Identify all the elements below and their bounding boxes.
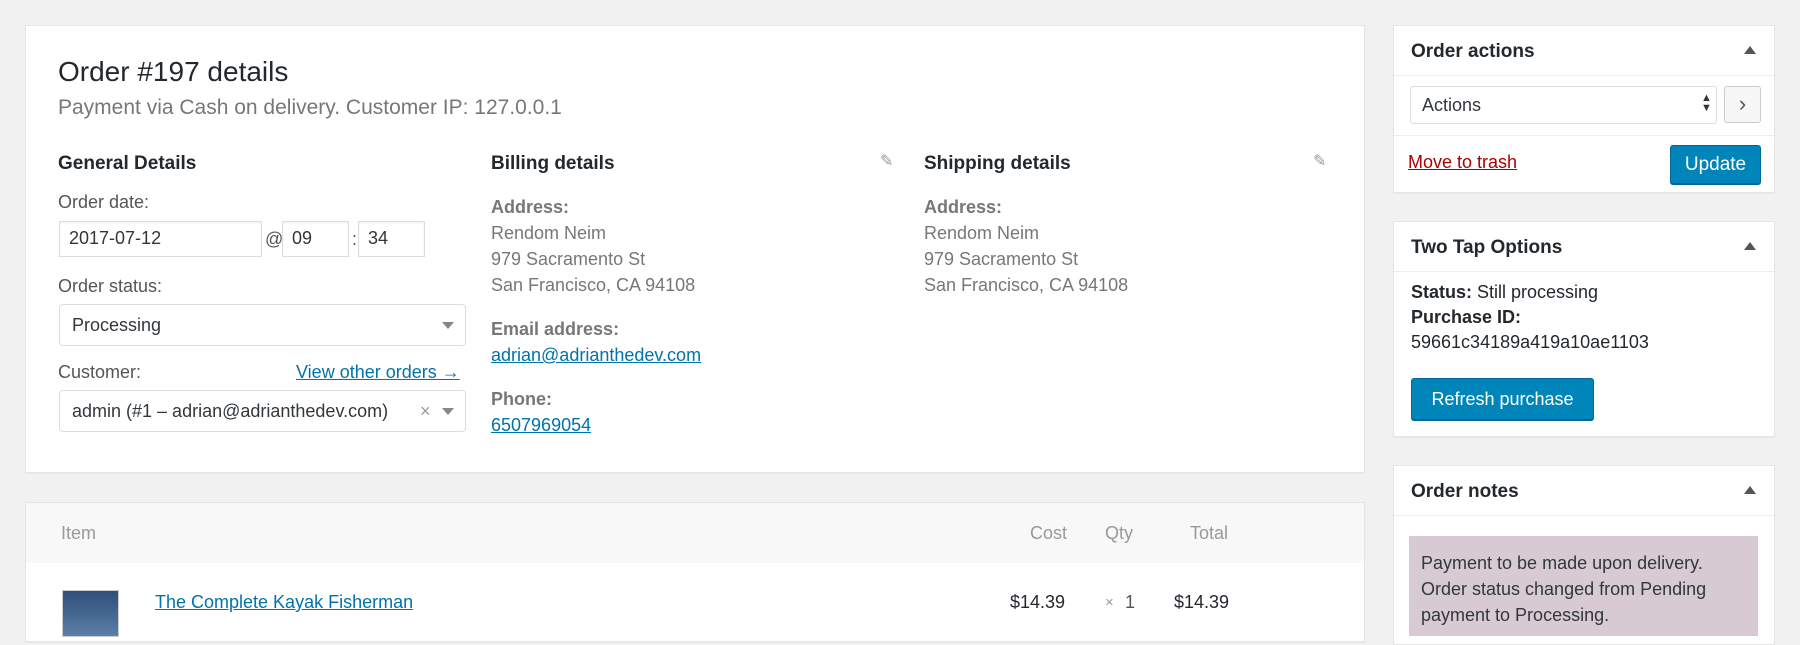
email-label: Email address: [491, 319, 620, 339]
status-value: Still processing [1472, 282, 1599, 302]
move-to-trash-link[interactable]: Move to trash [1408, 152, 1517, 173]
hour-field[interactable]: 09 [282, 221, 349, 257]
page-title: Order #197 details [58, 56, 289, 87]
refresh-purchase-button[interactable]: Refresh purchase [1411, 378, 1594, 420]
shipping-address-line: 979 Sacramento St [924, 249, 1079, 269]
chevron-down-icon [442, 322, 454, 329]
divider [1394, 135, 1774, 136]
total-column-header: Total [1190, 523, 1229, 543]
order-actions-value: Actions [1422, 95, 1482, 115]
billing-heading: Billing details [491, 153, 615, 174]
order-subtitle: Payment via Cash on delivery. Customer I… [58, 96, 562, 119]
order-status-label: Order status: [58, 276, 163, 296]
shipping-heading: Shipping details [924, 153, 1071, 174]
billing-address-line: 979 Sacramento St [491, 249, 646, 269]
shipping-address: Address: Rendom Neim 979 Sacramento St S… [924, 194, 1128, 298]
phone-label: Phone: [491, 389, 552, 409]
billing-address-line: San Francisco, CA 94108 [491, 275, 696, 295]
billing-phone: Phone: 6507969054 [491, 386, 591, 438]
apply-action-button[interactable]: › [1724, 86, 1761, 123]
at-separator: @ [265, 229, 284, 249]
billing-address-line: Rendom Neim [491, 223, 607, 243]
item-total: $14.39 [1174, 592, 1230, 612]
billing-address-label: Address: [491, 197, 570, 217]
order-actions-heading: Order actions [1411, 41, 1535, 62]
update-button[interactable]: Update [1670, 145, 1761, 184]
purchase-id-value: 59661c34189a419a10ae1103 [1411, 332, 1649, 352]
cost-column-header: Cost [1030, 523, 1068, 543]
divider [1394, 75, 1774, 76]
purchase-id-label: Purchase ID: [1411, 307, 1522, 327]
item-cost: $14.39 [1010, 592, 1066, 612]
chevron-down-icon [442, 408, 454, 415]
two-tap-heading: Two Tap Options [1411, 237, 1563, 258]
shipping-address-line: Rendom Neim [924, 223, 1040, 243]
collapse-icon[interactable] [1744, 486, 1756, 494]
phone-link[interactable]: 6507969054 [491, 415, 591, 435]
item-column-header: Item [61, 523, 97, 543]
order-note: Payment to be made upon delivery. Order … [1409, 536, 1758, 636]
order-actions-select[interactable]: Actions [1410, 86, 1717, 124]
time-colon: : [352, 229, 358, 249]
collapse-icon[interactable] [1744, 46, 1756, 54]
divider [1394, 271, 1774, 272]
items-header-bar [26, 503, 1364, 563]
customer-select[interactable]: admin (#1 – adrian@adrianthedev.com) [59, 390, 466, 432]
order-status-select[interactable]: Processing [59, 304, 466, 346]
order-date-field[interactable]: 2017-07-12 [59, 221, 262, 257]
view-other-orders-link[interactable]: View other orders → [296, 362, 460, 383]
sort-arrows-icon: ▲ ▼ [1701, 92, 1712, 114]
billing-address: Address: Rendom Neim 979 Sacramento St S… [491, 194, 695, 298]
customer-value: admin (#1 – adrian@adrianthedev.com) [72, 401, 389, 421]
shipping-address-line: San Francisco, CA 94108 [924, 275, 1129, 295]
divider [1394, 515, 1774, 516]
qty-column-header: Qty [1105, 523, 1134, 543]
order-status-value: Processing [72, 315, 162, 335]
qty-times: × [1105, 594, 1114, 611]
status-label: Status: [1411, 282, 1473, 302]
clear-icon[interactable]: × [420, 401, 431, 422]
general-details-heading: General Details [58, 153, 197, 174]
email-link[interactable]: adrian@adrianthedev.com [491, 345, 701, 365]
order-notes-heading: Order notes [1411, 481, 1519, 502]
billing-email: Email address: adrian@adrianthedev.com [491, 316, 701, 368]
order-date-label: Order date: [58, 192, 150, 212]
product-thumbnail [62, 590, 119, 637]
edit-billing-icon[interactable]: ✎ [880, 151, 893, 171]
minute-field[interactable]: 34 [358, 221, 425, 257]
order-items-panel [25, 502, 1365, 642]
two-tap-status: Status: Still processing [1411, 282, 1598, 303]
product-link[interactable]: The Complete Kayak Fisherman [155, 592, 413, 613]
shipping-address-label: Address: [924, 197, 1003, 217]
customer-label: Customer: [58, 362, 142, 382]
edit-shipping-icon[interactable]: ✎ [1313, 151, 1326, 171]
collapse-icon[interactable] [1744, 242, 1756, 250]
item-qty: 1 [1125, 592, 1136, 612]
